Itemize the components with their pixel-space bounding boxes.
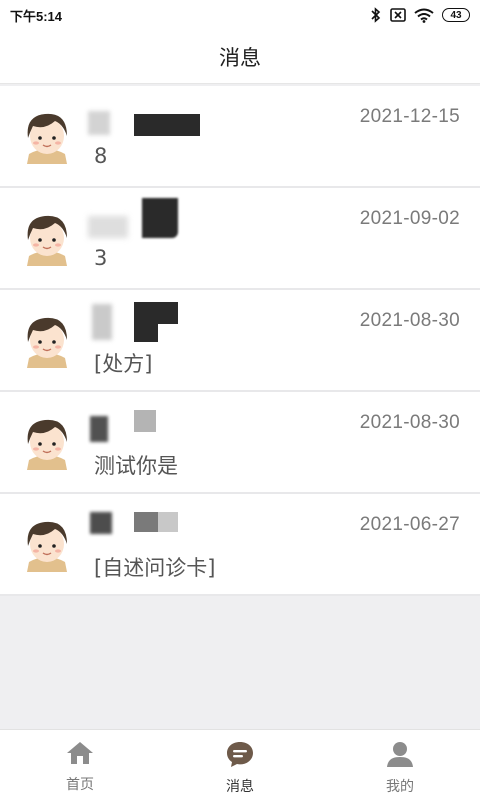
avatar-icon: [21, 414, 73, 470]
message-row[interactable]: 2021-08-30 [处方]: [0, 290, 480, 392]
status-time: 下午5:14: [10, 8, 63, 24]
home-icon: [65, 740, 95, 770]
tab-home-label: 首页: [66, 777, 94, 793]
tab-profile-label: 我的: [386, 779, 414, 795]
avatar-icon: [21, 108, 73, 164]
tab-messages-label: 消息: [226, 779, 254, 795]
status-icons: 43: [370, 7, 470, 23]
contact-name-redacted: [88, 198, 208, 244]
bluetooth-icon: [370, 7, 382, 23]
message-preview: 3: [94, 246, 108, 270]
avatar-icon: [21, 516, 73, 572]
page-title: 消息: [219, 45, 261, 70]
message-date: 2021-09-02: [359, 208, 460, 229]
message-icon: [225, 740, 255, 772]
contact-name-redacted: [88, 410, 208, 448]
status-bar: 下午5:14 43: [0, 0, 480, 30]
message-list: 2021-12-15 8 2021-09-02 3 2021-08-30 [处方…: [0, 86, 480, 596]
message-preview: 测试你是: [94, 454, 178, 478]
message-date: 2021-08-30: [359, 310, 460, 331]
message-date: 2021-08-30: [359, 412, 460, 433]
message-date: 2021-12-15: [359, 106, 460, 127]
person-icon: [385, 740, 415, 772]
message-preview: 8: [94, 144, 108, 168]
tab-home[interactable]: 首页: [0, 730, 160, 800]
message-row[interactable]: 2021-12-15 8: [0, 86, 480, 188]
message-preview: [处方]: [94, 352, 153, 376]
bottom-tab-bar: 首页 消息 我的: [0, 729, 480, 800]
contact-name-redacted: [88, 108, 208, 142]
message-row[interactable]: 2021-06-27 [自述问诊卡]: [0, 494, 480, 596]
avatar-icon: [21, 210, 73, 266]
message-row[interactable]: 2021-09-02 3: [0, 188, 480, 290]
contact-name-redacted: [88, 302, 208, 346]
header: 消息: [0, 30, 480, 84]
message-row[interactable]: 2021-08-30 测试你是: [0, 392, 480, 494]
avatar-icon: [21, 312, 73, 368]
wifi-icon: [414, 8, 434, 23]
battery-icon: 43: [442, 8, 470, 22]
tab-messages[interactable]: 消息: [160, 730, 320, 800]
message-date: 2021-06-27: [359, 514, 460, 535]
tab-profile[interactable]: 我的: [320, 730, 480, 800]
message-preview: [自述问诊卡]: [94, 556, 216, 580]
sim-off-icon: [390, 8, 406, 22]
contact-name-redacted: [88, 512, 208, 550]
